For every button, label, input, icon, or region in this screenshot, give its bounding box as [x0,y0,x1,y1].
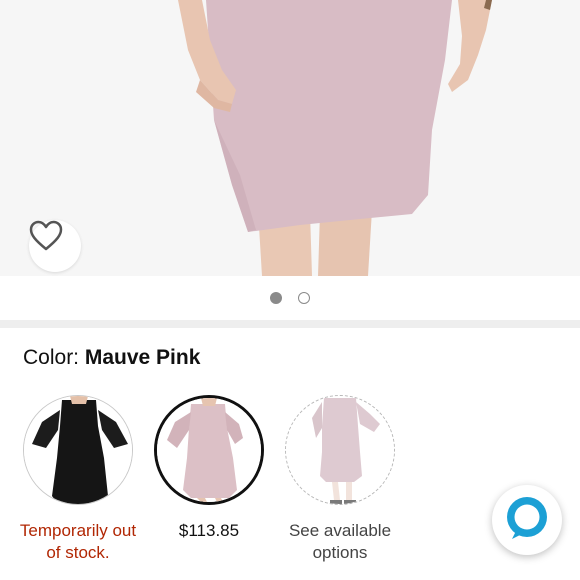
carousel-dot-2[interactable] [298,292,310,304]
color-swatch-black[interactable] [23,395,133,505]
carousel-dot-1[interactable] [270,292,282,304]
swatch-pink-dress-image [157,398,261,502]
swatch-faded-dress-image [286,396,394,504]
swatch-see-options-line2: options [312,543,368,562]
color-swatch-see-options[interactable] [285,395,395,505]
swatch-pink-price: $113.85 [134,520,284,542]
swatch-black-dress-image [24,396,132,504]
carousel-indicators [0,276,580,320]
swatch-black-status-line2: of stock. [46,543,110,562]
wishlist-button[interactable] [29,220,81,272]
alexa-icon [504,495,550,546]
dress-photo [0,0,580,276]
color-heading: Color: Mauve Pink [23,346,200,370]
swatch-black-status-line1: Temporarily out [19,521,137,540]
swatch-pink-price-line1: $113.85 [178,521,240,540]
swatch-black-status: Temporarily out of stock. [3,520,153,564]
alexa-button[interactable] [492,485,562,555]
product-image[interactable] [0,0,580,276]
swatch-see-options-label: See available options [265,520,415,564]
selected-color-name: Mauve Pink [84,346,201,369]
color-swatch-mauve-pink[interactable] [154,395,264,505]
section-divider [0,320,580,328]
swatch-see-options-line1: See available [288,521,392,540]
color-label: Color: [23,346,85,369]
